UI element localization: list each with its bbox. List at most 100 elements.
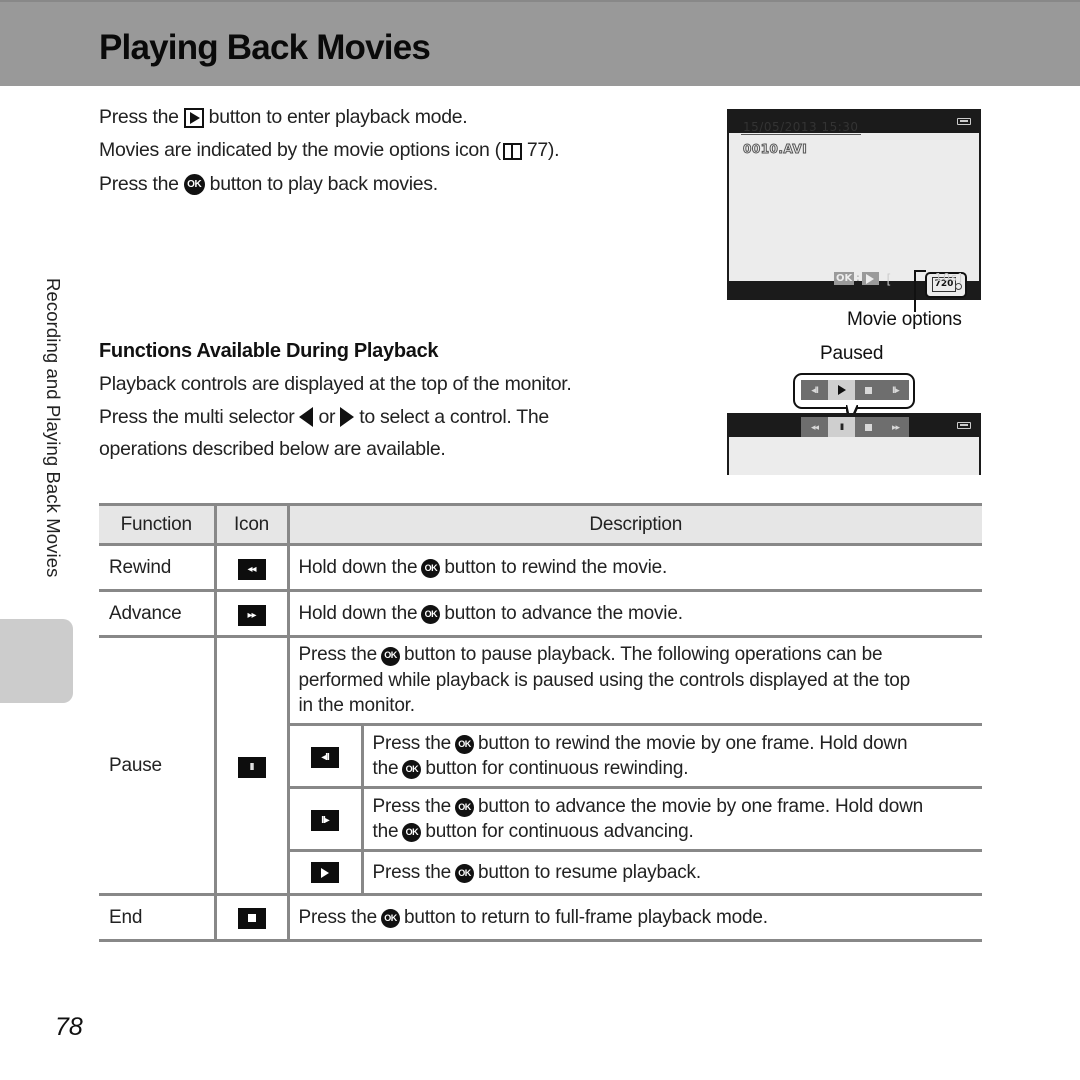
text: button to enter playback mode. bbox=[208, 105, 468, 128]
frame-rewind-icon: ◂II bbox=[811, 384, 818, 395]
multi-selector-right-icon bbox=[340, 406, 355, 427]
frame-advance-icon: II▸ bbox=[892, 384, 899, 395]
movie-mode-icon bbox=[955, 283, 962, 290]
side-tab-label: Recording and Playing Back Movies bbox=[43, 278, 64, 578]
intro-text: Press the button to enter playback mode.… bbox=[99, 100, 560, 201]
ok-icon: OK bbox=[834, 272, 855, 285]
description: Hold down the OK button to advance the mov… bbox=[288, 590, 982, 638]
sub-icon-cell bbox=[288, 850, 364, 896]
rewind-icon: ◂◂ bbox=[810, 421, 819, 432]
ok-button-icon: OK bbox=[183, 174, 205, 196]
movie-length: 10s] bbox=[934, 271, 963, 284]
header-description: Description bbox=[288, 503, 982, 546]
battery-icon bbox=[957, 118, 971, 125]
text: Press the bbox=[298, 906, 378, 928]
ok-button-icon: OK bbox=[380, 909, 400, 928]
ok-button-icon: OK bbox=[454, 734, 474, 754]
ok-button-icon: OK bbox=[454, 797, 474, 817]
description: Press the OK button to pause playback. The… bbox=[288, 636, 982, 726]
icon-cell: ▸▸ bbox=[213, 590, 290, 638]
rewind-control[interactable]: ◂◂ bbox=[801, 417, 828, 437]
function-name: Pause bbox=[99, 636, 215, 896]
stop-glyph bbox=[247, 914, 256, 923]
description: Hold down the OK button to rewind the movi… bbox=[288, 544, 982, 592]
duration-bracket: [ bbox=[886, 271, 891, 286]
text: Press the bbox=[298, 644, 378, 666]
playback-button-icon bbox=[183, 107, 204, 128]
table-row-advance: Advance ▸▸ Hold down the OK button to adva… bbox=[99, 590, 982, 638]
frame-rewind-icon: ◂II bbox=[311, 747, 339, 768]
ok-button-icon: OK bbox=[402, 760, 422, 780]
end-control[interactable] bbox=[855, 380, 882, 400]
monitor-image-area bbox=[729, 437, 979, 475]
page-reference-link[interactable]: 77). bbox=[527, 136, 560, 164]
icon-cell bbox=[213, 894, 290, 942]
page-number: 78 bbox=[55, 1013, 83, 1041]
section-line-2: Press the multi selector or to select a … bbox=[99, 401, 572, 434]
intro-line-1: Press the button to enter playback mode. bbox=[99, 100, 559, 134]
pause-control[interactable]: II bbox=[828, 417, 855, 437]
callout-paused: Paused bbox=[820, 343, 884, 364]
frame-rewind-control[interactable]: ◂II bbox=[801, 380, 828, 400]
sub-icon-cell: ◂II bbox=[288, 724, 364, 789]
section-heading: Functions Available During Playback bbox=[99, 340, 439, 362]
text: Press the multi selector bbox=[99, 405, 295, 428]
function-name: End bbox=[99, 894, 215, 942]
text: or bbox=[318, 405, 336, 428]
pause-icon: II bbox=[839, 422, 844, 432]
text: button for continuous rewinding. bbox=[425, 758, 689, 779]
ok-button-icon: OK bbox=[380, 646, 400, 666]
text: button to pause playback. The following … bbox=[403, 644, 883, 666]
end-control[interactable] bbox=[855, 417, 882, 437]
table-row-rewind: Rewind ◂◂ Hold down the OK button to rewin… bbox=[99, 544, 982, 592]
ok-play-guide: OK : [ bbox=[834, 271, 890, 286]
text: button to rewind the movie. bbox=[444, 556, 668, 578]
play-glyph bbox=[321, 867, 329, 878]
text: performed while playback is paused using… bbox=[298, 669, 911, 691]
multi-selector-left-icon bbox=[299, 406, 314, 427]
recording-datetime: 15/05/2013 15:30 bbox=[741, 120, 861, 135]
chapter-tab[interactable] bbox=[0, 619, 73, 703]
advance-icon: ▸▸ bbox=[237, 604, 266, 626]
text: Press the bbox=[99, 172, 179, 195]
play-icon bbox=[311, 862, 339, 883]
sub-description: Press the OK button to resume playback. bbox=[362, 850, 982, 896]
text: Hold down the bbox=[298, 556, 418, 578]
play-icon bbox=[861, 272, 879, 285]
callout-movie-options: Movie options bbox=[847, 309, 962, 330]
text: button to rewind the movie by one frame.… bbox=[477, 732, 908, 754]
ok-button-icon: OK bbox=[421, 605, 441, 624]
advance-control[interactable]: ▸▸ bbox=[882, 417, 909, 437]
text: button to play back movies. bbox=[209, 172, 439, 195]
ok-button-icon: OK bbox=[454, 864, 474, 883]
stop-icon bbox=[865, 386, 872, 394]
sub-description: Press the OK button to rewind the movie by… bbox=[362, 724, 982, 789]
battery-icon bbox=[957, 422, 971, 429]
table-row-end: End Press the OK button to return to full-… bbox=[99, 894, 982, 942]
file-name: 0010.AVI bbox=[742, 142, 808, 157]
pause-icon: II bbox=[237, 756, 266, 778]
table-header-row: Function Icon Description bbox=[99, 503, 982, 546]
text: Press the bbox=[372, 795, 452, 817]
text: the bbox=[372, 821, 399, 842]
functions-table: Function Icon Description Rewind ◂◂ Hold… bbox=[99, 503, 982, 942]
stop-icon bbox=[865, 423, 872, 431]
text: button to advance the movie. bbox=[444, 602, 683, 624]
text: the bbox=[372, 758, 399, 779]
text: Press the bbox=[372, 861, 452, 883]
text: Press the bbox=[99, 105, 179, 128]
section-line-3: operations described below are available… bbox=[99, 438, 446, 461]
playback-control-bar: ◂◂ II ▸▸ bbox=[801, 417, 909, 437]
play-control[interactable] bbox=[828, 380, 855, 400]
callout-leader bbox=[914, 270, 916, 312]
stop-icon bbox=[237, 907, 266, 929]
icon-cell: ◂◂ bbox=[213, 544, 290, 592]
rewind-icon: ◂◂ bbox=[237, 558, 266, 580]
camera-monitor-paused: ◂◂ II ▸▸ bbox=[727, 413, 981, 475]
frame-advance-control[interactable]: II▸ bbox=[882, 380, 909, 400]
callout-leader bbox=[915, 270, 926, 272]
table-row-pause: Pause II Press the OK button to pause play… bbox=[99, 636, 982, 896]
page-title: Playing Back Movies bbox=[99, 28, 431, 67]
icon-cell: II bbox=[213, 636, 290, 896]
paused-control-bar: ◂II II▸ bbox=[801, 380, 909, 400]
